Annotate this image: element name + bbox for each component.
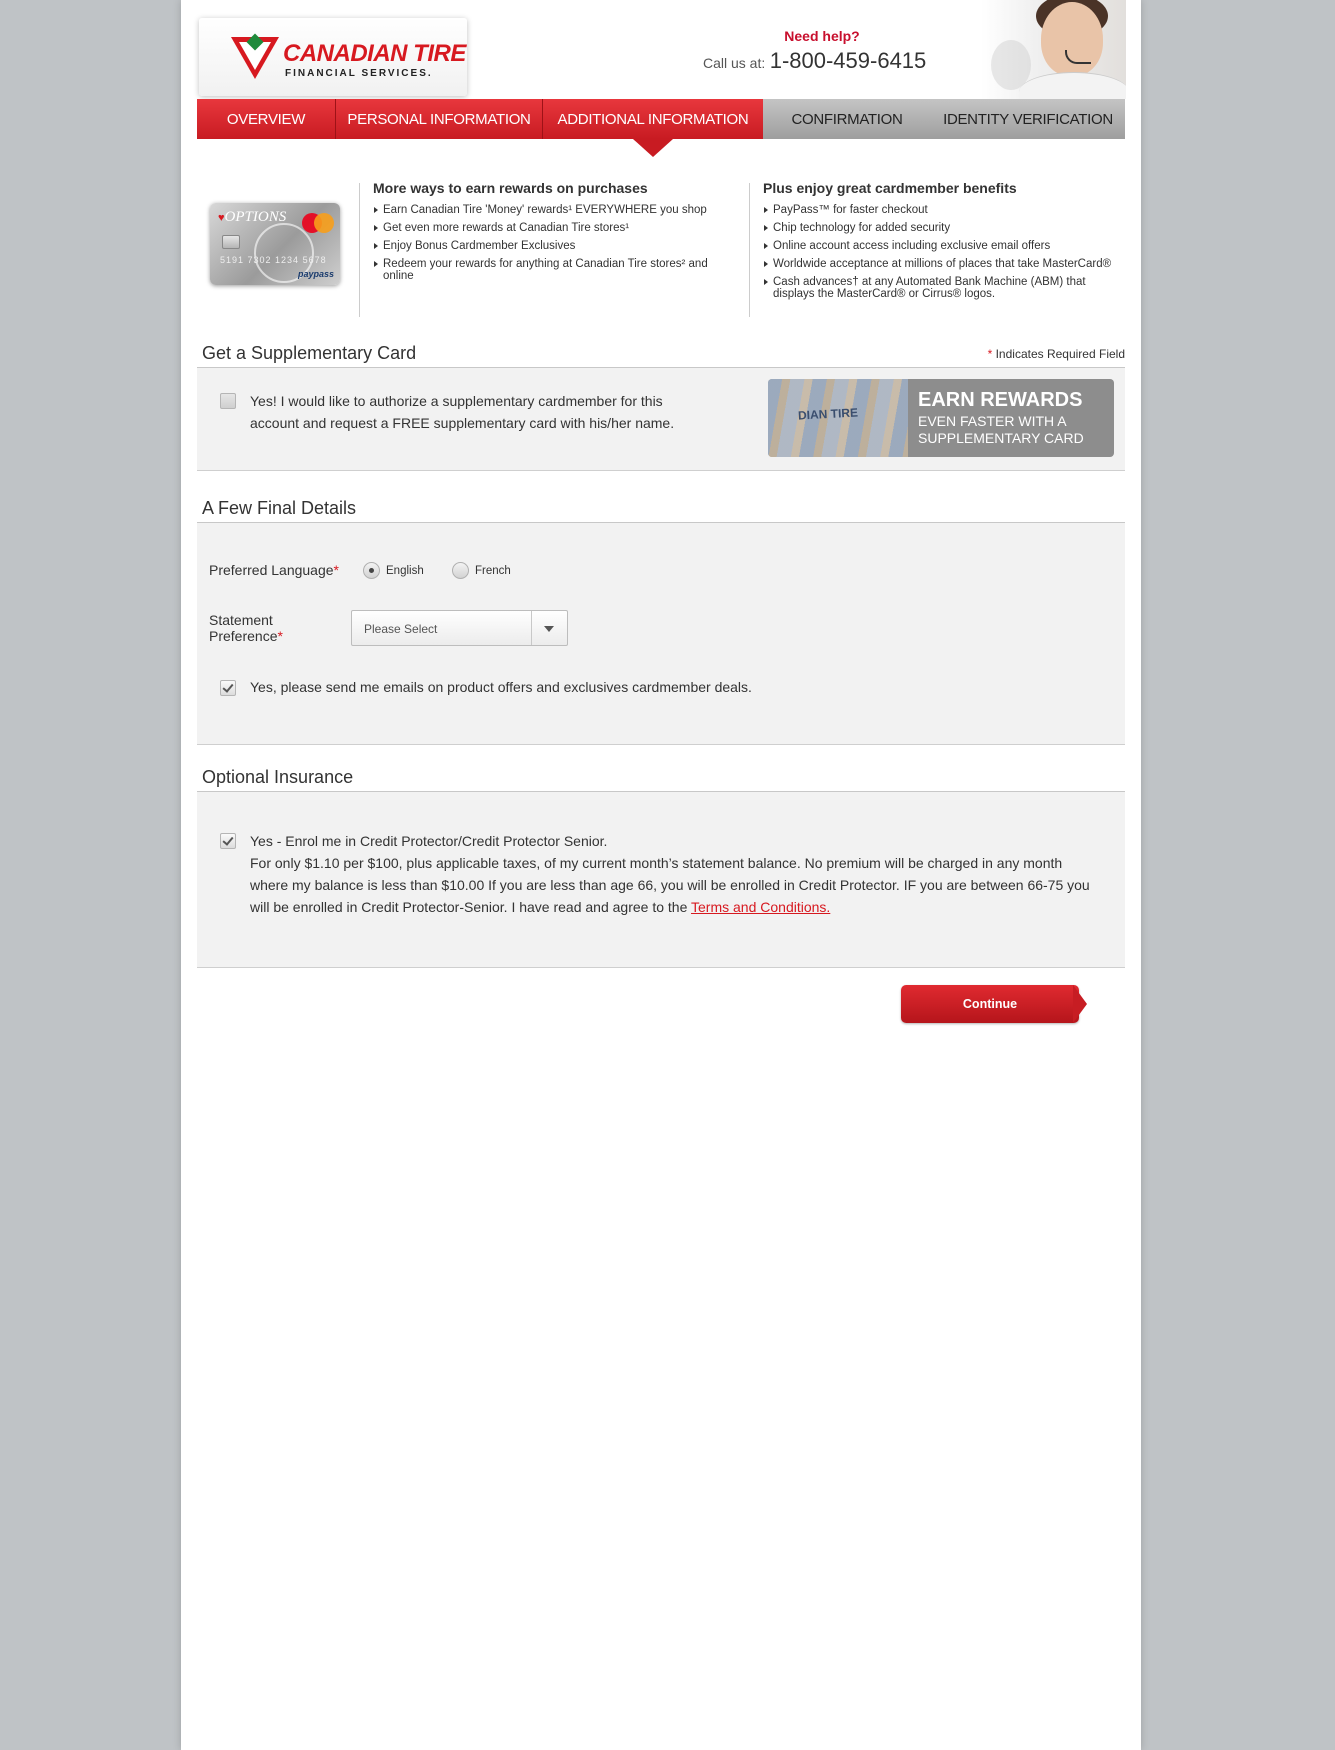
final-details-title: A Few Final Details <box>202 498 357 518</box>
language-english-radio[interactable] <box>363 562 380 579</box>
continue-button[interactable]: Continue <box>901 985 1079 1023</box>
tab-identity-verification[interactable]: IDENTITY VERIFICATION <box>931 99 1125 139</box>
list-item: Redeem your rewards for anything at Cana… <box>373 258 733 282</box>
need-help-label: Need help? <box>784 28 860 44</box>
rewards-benefits: More ways to earn rewards on purchases E… <box>373 180 733 288</box>
phone-number: 1-800-459-6415 <box>769 48 927 73</box>
tab-label: CONFIRMATION <box>791 110 903 128</box>
page: CANADIAN TIRE FINANCIAL SERVICES. Need h… <box>181 0 1141 1750</box>
email-offers-checkbox[interactable] <box>220 680 236 696</box>
list-item: Cash advances† at any Automated Bank Mac… <box>763 276 1123 300</box>
promo-subheading: EVEN FASTER WITH A SUPPLEMENTARY CARD <box>918 413 1084 446</box>
logo-subtitle: FINANCIAL SERVICES. <box>285 68 433 79</box>
tab-label: OVERVIEW <box>226 110 306 128</box>
chevron-down-icon <box>544 626 554 632</box>
preferred-language-label: Preferred Language* <box>209 562 339 578</box>
credit-protector-checkbox[interactable] <box>220 833 236 849</box>
terms-and-conditions-link[interactable]: Terms and Conditions. <box>691 899 830 915</box>
tab-personal-information[interactable]: PERSONAL INFORMATION <box>336 99 543 139</box>
cardmember-list: PayPass™ for faster checkout Chip techno… <box>763 204 1123 300</box>
cardmember-title: Plus enjoy great cardmember benefits <box>763 180 1017 196</box>
list-item: Get even more rewards at Canadian Tire s… <box>373 222 733 234</box>
list-item: Earn Canadian Tire 'Money' rewards¹ EVER… <box>373 204 733 216</box>
supplementary-card-title: Get a Supplementary Card <box>202 343 417 363</box>
cardmember-benefits: Plus enjoy great cardmember benefits Pay… <box>763 180 1123 306</box>
divider <box>359 183 360 317</box>
final-details-panel <box>197 523 1125 745</box>
chip-icon <box>222 235 240 249</box>
logo-wordmark: CANADIAN TIRE <box>283 40 466 67</box>
divider <box>749 183 750 317</box>
support-agent-image <box>981 0 1126 99</box>
checkmark-icon <box>222 834 234 846</box>
statement-preference-label: Statement Preference* <box>209 612 283 644</box>
credit-protector-text: Yes - Enrol me in Credit Protector/Credi… <box>250 830 1100 918</box>
language-english-label: English <box>386 565 424 577</box>
options-mastercard-image: ♥OPTIONS 5191 7302 1234 5678 paypass <box>210 203 340 285</box>
email-offers-text: Yes, please send me emails on product of… <box>250 679 752 695</box>
list-item: PayPass™ for faster checkout <box>763 204 1123 216</box>
checkmark-icon <box>222 681 234 693</box>
supplementary-card-text: Yes! I would like to authorize a supplem… <box>250 393 675 431</box>
canadian-tire-logo[interactable]: CANADIAN TIRE FINANCIAL SERVICES. <box>199 18 467 96</box>
tab-overview[interactable]: OVERVIEW <box>197 99 336 139</box>
paypass-logo: paypass <box>297 269 334 279</box>
tab-label: IDENTITY VERIFICATION <box>943 110 1113 128</box>
language-french-label: French <box>475 565 511 577</box>
promo-heading: EARN REWARDS <box>918 389 1083 411</box>
required-field-note: * Indicates Required Field <box>987 347 1125 361</box>
earn-rewards-banner: DIAN TIRE EARN REWARDS EVEN FASTER WITH … <box>768 379 1114 457</box>
active-tab-arrow-icon <box>633 139 673 157</box>
supplementary-card-checkbox[interactable] <box>220 393 236 409</box>
tab-label: PERSONAL INFORMATION <box>347 110 531 128</box>
mastercard-logo-icon <box>302 213 334 233</box>
call-us-label: Call us at: <box>703 55 766 71</box>
call-us: Call us at: 1-800-459-6415 <box>703 48 926 74</box>
select-value: Please Select <box>364 622 438 636</box>
tab-label: ADDITIONAL INFORMATION <box>557 110 749 128</box>
list-item: Enjoy Bonus Cardmember Exclusives <box>373 240 733 252</box>
rewards-title: More ways to earn rewards on purchases <box>373 180 648 196</box>
optional-insurance-title: Optional Insurance <box>202 767 354 787</box>
list-item: Online account access including exclusiv… <box>763 240 1123 252</box>
list-item: Worldwide acceptance at millions of plac… <box>763 258 1123 270</box>
credit-protector-body: For only $1.10 per $100, plus applicable… <box>250 855 1090 915</box>
statement-preference-select[interactable]: Please Select <box>351 610 568 646</box>
list-item: Chip technology for added security <box>763 222 1123 234</box>
credit-protector-title: Yes - Enrol me in Credit Protector/Credi… <box>250 833 608 849</box>
tab-additional-information[interactable]: ADDITIONAL INFORMATION <box>543 99 763 157</box>
continue-arrow-icon <box>1073 985 1087 1023</box>
rewards-list: Earn Canadian Tire 'Money' rewards¹ EVER… <box>373 204 733 282</box>
progress-nav: OVERVIEW PERSONAL INFORMATION ADDITIONAL… <box>197 99 1125 157</box>
tab-confirmation[interactable]: CONFIRMATION <box>763 99 931 139</box>
language-french-radio[interactable] <box>452 562 469 579</box>
card-number: 5191 7302 1234 5678 <box>220 255 327 265</box>
